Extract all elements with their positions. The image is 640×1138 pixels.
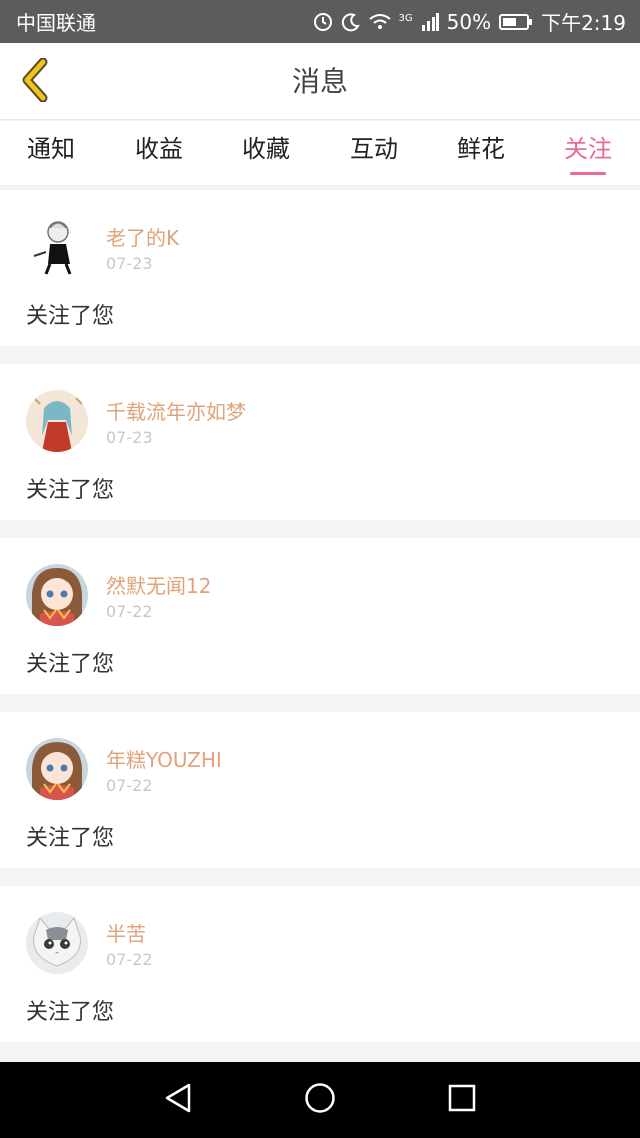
avatar[interactable] <box>26 738 88 800</box>
alarm-icon <box>313 12 333 32</box>
username[interactable]: 老了的K <box>106 222 179 251</box>
username[interactable]: 半苦 <box>106 918 146 947</box>
list-item[interactable]: 老了的K 07-23 关注了您 <box>0 190 640 346</box>
tab-label: 互动 <box>350 135 398 163</box>
square-recents-icon <box>448 1084 476 1116</box>
message-text: 关注了您 <box>26 826 115 851</box>
tab-label: 收益 <box>135 135 183 163</box>
tab-label: 收藏 <box>242 135 290 163</box>
tab-notifications[interactable]: 通知 <box>11 121 91 185</box>
list-item[interactable]: 千载流年亦如梦 07-23 关注了您 <box>0 364 640 520</box>
avatar[interactable] <box>26 912 88 974</box>
message-text: 关注了您 <box>26 304 115 329</box>
carrier-name: 中国联通 <box>16 11 96 35</box>
timestamp: 07-22 <box>106 776 153 795</box>
message-text: 关注了您 <box>26 1000 115 1025</box>
wifi-icon <box>368 13 391 31</box>
circle-home-icon <box>304 1082 336 1118</box>
nav-recents-button[interactable] <box>440 1078 484 1122</box>
username[interactable]: 年糕YOUZHI <box>106 744 222 773</box>
list-item[interactable]: 然默无闻12 07-22 关注了您 <box>0 538 640 694</box>
avatar[interactable] <box>26 216 88 278</box>
timestamp: 07-23 <box>106 254 153 273</box>
tab-label: 关注 <box>564 135 612 163</box>
tab-earnings[interactable]: 收益 <box>119 121 199 185</box>
message-text: 关注了您 <box>26 478 115 503</box>
battery-percent: 50% <box>446 9 492 34</box>
page-title: 消息 <box>291 65 348 98</box>
tab-favorites[interactable]: 收藏 <box>226 121 306 185</box>
timestamp: 07-22 <box>106 950 153 969</box>
tab-flowers[interactable]: 鲜花 <box>441 121 521 185</box>
tab-label: 鲜花 <box>457 135 505 163</box>
username[interactable]: 然默无闻12 <box>106 570 211 599</box>
timestamp: 07-22 <box>106 602 153 621</box>
username[interactable]: 千载流年亦如梦 <box>106 396 246 425</box>
nav-back-button[interactable] <box>156 1078 200 1122</box>
network-type: 3G <box>398 13 413 24</box>
tab-interactions[interactable]: 互动 <box>334 121 414 185</box>
tab-follows[interactable]: 关注 <box>548 121 628 185</box>
avatar[interactable] <box>26 564 88 626</box>
clock-time: 下午2:19 <box>541 11 626 35</box>
header-bar: 消息 <box>0 43 640 120</box>
timestamp: 07-23 <box>106 428 153 447</box>
tab-bar: 通知 收益 收藏 互动 鲜花 关注 <box>0 121 640 185</box>
triangle-back-icon <box>163 1082 193 1118</box>
tab-label: 通知 <box>27 135 75 163</box>
system-nav-bar <box>0 1062 640 1138</box>
moon-icon <box>341 12 361 32</box>
list-item[interactable]: 半苦 07-22 关注了您 <box>0 886 640 1042</box>
status-bar: 中国联通 3G 50% 下午2:19 <box>0 0 640 43</box>
avatar[interactable] <box>26 390 88 452</box>
battery-icon <box>499 13 533 31</box>
message-text: 关注了您 <box>26 652 115 677</box>
active-tab-indicator <box>570 172 606 175</box>
nav-home-button[interactable] <box>298 1078 342 1122</box>
list-item[interactable]: 年糕YOUZHI 07-22 关注了您 <box>0 712 640 868</box>
signal-icon <box>421 12 439 31</box>
